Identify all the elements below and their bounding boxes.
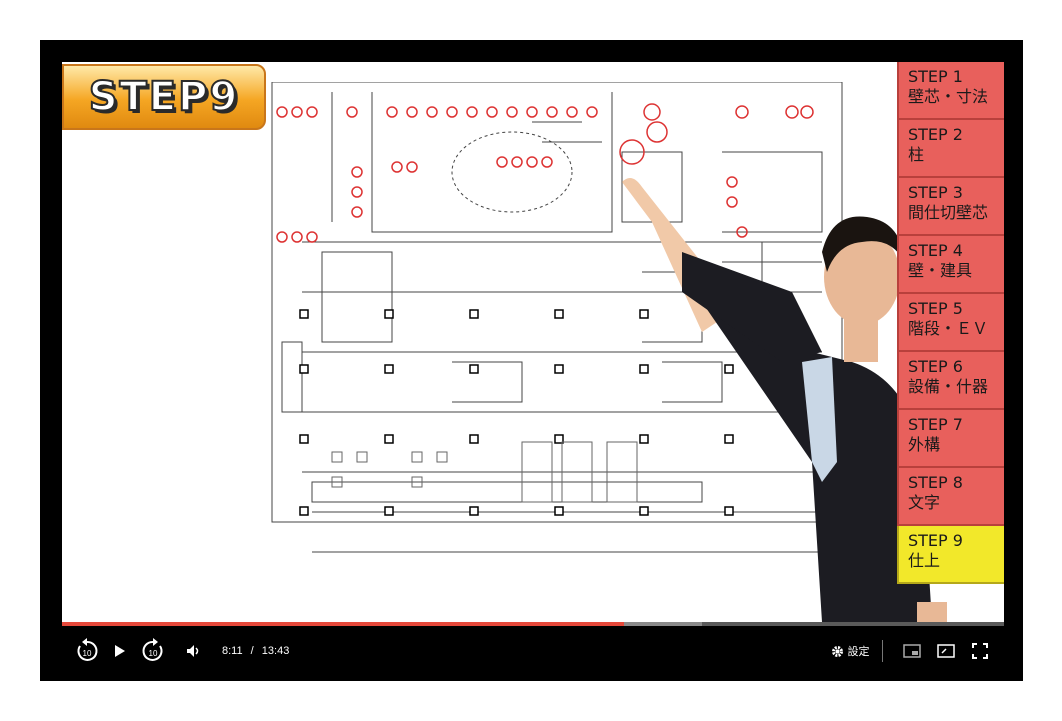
forward-10-icon: 10 (142, 638, 163, 661)
forward-seconds-label: 10 (149, 649, 158, 658)
current-time: 8:11 (222, 645, 243, 657)
settings-button[interactable]: 設定 (825, 636, 875, 666)
time-display: 8:11 / 13:43 (222, 645, 289, 657)
step-subtitle: 外構 (908, 435, 941, 454)
fullscreen-icon (972, 643, 988, 659)
play-button[interactable] (110, 636, 130, 666)
rewind-10-icon: 10 (77, 638, 98, 661)
control-bar: 10 10 8:11 / 13:43 設定 (62, 626, 1004, 681)
step-item-1[interactable]: STEP 1 壁芯・寸法 (897, 62, 1004, 120)
step-item-4[interactable]: STEP 4 壁・建具 (897, 236, 1004, 294)
video-player[interactable]: STEP9 STEP 1 壁芯・寸法 STEP 2柱 STEP 3 間仕切壁芯 ST… (40, 40, 1023, 681)
control-divider (882, 640, 883, 662)
step-title: STEP 8 (908, 473, 963, 492)
video-frame[interactable]: STEP9 STEP 1 壁芯・寸法 STEP 2柱 STEP 3 間仕切壁芯 ST… (62, 62, 1004, 622)
theater-mode-icon (937, 644, 955, 658)
step-badge: STEP9 (62, 64, 266, 130)
step-title: STEP 2 (908, 125, 963, 144)
step-list: STEP 1 壁芯・寸法 STEP 2柱 STEP 3 間仕切壁芯 STEP 4 壁・… (897, 62, 1004, 589)
forward-10-button[interactable]: 10 (138, 636, 168, 666)
step-subtitle: 階段・ＥＶ (908, 319, 989, 338)
step-subtitle: 文字 (908, 493, 941, 512)
step-title: STEP 4 (908, 241, 963, 260)
step-title: STEP 9 (908, 531, 963, 550)
theater-mode-button[interactable] (934, 636, 958, 666)
time-separator: / (250, 645, 254, 657)
step-item-8[interactable]: STEP 8 文字 (897, 468, 1004, 526)
step-subtitle: 設備・什器 (908, 377, 989, 396)
volume-icon (187, 645, 199, 657)
rewind-seconds-label: 10 (83, 649, 92, 658)
fullscreen-button[interactable] (968, 636, 992, 666)
duration: 13:43 (261, 645, 290, 657)
step-title: STEP 3 (908, 183, 963, 202)
miniplayer-icon (903, 644, 921, 658)
step-title: STEP 1 (908, 67, 963, 86)
step-item-2[interactable]: STEP 2柱 (897, 120, 1004, 178)
gear-icon (831, 645, 843, 657)
step-item-9[interactable]: STEP 9 仕上 (897, 526, 1004, 584)
rewind-10-button[interactable]: 10 (72, 636, 102, 666)
step-subtitle: 壁・建具 (908, 261, 973, 280)
step-item-7[interactable]: STEP 7 外構 (897, 410, 1004, 468)
step-subtitle: 柱 (908, 145, 925, 164)
step-title: STEP 6 (908, 357, 963, 376)
step-subtitle: 仕上 (908, 551, 941, 570)
settings-label: 設定 (847, 646, 870, 658)
step-subtitle: 壁芯・寸法 (908, 87, 989, 106)
step-item-3[interactable]: STEP 3 間仕切壁芯 (897, 178, 1004, 236)
volume-button[interactable] (184, 636, 204, 666)
step-title: STEP 7 (908, 415, 963, 434)
step-item-6[interactable]: STEP 6 設備・什器 (897, 352, 1004, 410)
step-title: STEP 5 (908, 299, 963, 318)
step-badge-text: STEP9 (88, 73, 240, 121)
miniplayer-button[interactable] (900, 636, 924, 666)
play-icon (115, 645, 125, 657)
step-item-5[interactable]: STEP 5 階段・ＥＶ (897, 294, 1004, 352)
step-subtitle: 間仕切壁芯 (908, 203, 989, 222)
